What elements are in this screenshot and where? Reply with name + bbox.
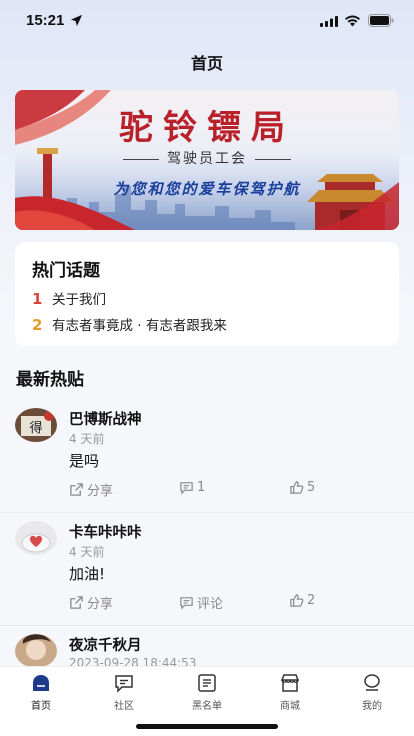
avatar[interactable] [15, 521, 57, 555]
post-content[interactable]: 加油! [69, 563, 105, 584]
post-time: 4 天前 [69, 545, 105, 559]
tab-label: 社区 [114, 701, 134, 712]
comment-button[interactable]: 1 [179, 480, 205, 495]
comment-icon [180, 597, 193, 610]
comment-icon [180, 482, 193, 495]
shop-icon [280, 674, 300, 692]
tab-profile[interactable]: 我的 [342, 672, 402, 712]
home-indicator [136, 724, 278, 729]
like-count: 5 [307, 480, 316, 495]
location-arrow-icon [70, 14, 83, 27]
status-bar: 15:21 [0, 0, 414, 44]
hot-topic-item[interactable]: 1 关于我们 [32, 288, 106, 308]
latest-posts-title: 最新热贴 [16, 370, 84, 390]
divider [255, 158, 291, 160]
promo-banner[interactable]: 驼铃镖局 驾驶员工会 为您和您的爱车保驾护航 [15, 90, 399, 230]
hot-topics-card: 热门话题 1 关于我们 2 有志者事竟成 · 有志者跟我来 [15, 242, 399, 346]
post-content[interactable]: 是吗 [69, 450, 99, 471]
like-button[interactable]: 5 [289, 480, 315, 495]
tab-home[interactable]: 首页 [11, 672, 71, 712]
post-author[interactable]: 卡车咔咔咔 [69, 521, 142, 542]
post-time: 4 天前 [69, 432, 105, 446]
post-author[interactable]: 巴博斯战神 [69, 408, 142, 429]
post-item[interactable]: 得 巴博斯战神 4 天前 是吗 分享 1 5 [0, 400, 414, 513]
avatar[interactable] [15, 634, 57, 668]
post-author[interactable]: 夜凉千秋月 [69, 634, 142, 655]
tab-shop[interactable]: 商城 [260, 672, 320, 712]
hot-topic-rank: 2 [32, 316, 43, 334]
share-icon [70, 596, 83, 609]
thumbs-up-icon [290, 481, 304, 494]
share-label: 分享 [87, 597, 114, 612]
share-label: 分享 [87, 484, 114, 499]
hot-topic-item[interactable]: 2 有志者事竟成 · 有志者跟我来 [32, 314, 227, 334]
page-title: 首页 [190, 54, 223, 73]
comment-button[interactable]: 评论 [179, 593, 223, 612]
community-icon [115, 675, 133, 693]
comment-count: 1 [197, 480, 206, 495]
tab-label: 黑名单 [192, 701, 222, 712]
like-button[interactable]: 2 [289, 593, 315, 608]
banner-slogan: 为您和您的爱车保驾护航 [113, 180, 301, 198]
banner-subtitle: 驾驶员工会 [15, 148, 399, 168]
hot-topic-rank: 1 [32, 290, 43, 308]
avatar[interactable]: 得 [15, 408, 57, 442]
wifi-icon [345, 15, 360, 27]
share-button[interactable]: 分享 [69, 480, 113, 499]
signal-icon [320, 16, 338, 27]
comment-label: 评论 [197, 597, 224, 612]
tab-label: 商城 [280, 701, 300, 712]
banner-title: 驼铃镖局 [119, 108, 295, 148]
hot-topic-text: 关于我们 [52, 292, 106, 308]
share-button[interactable]: 分享 [69, 593, 113, 612]
status-time: 15:21 [26, 12, 65, 29]
profile-icon [364, 674, 380, 691]
banner-subtitle-text: 驾驶员工会 [167, 151, 247, 167]
share-icon [70, 483, 83, 496]
tab-label: 我的 [362, 701, 382, 712]
battery-icon [368, 14, 394, 27]
hot-topics-title: 热门话题 [32, 261, 100, 281]
blacklist-icon [198, 674, 216, 692]
divider [123, 158, 159, 160]
like-count: 2 [307, 593, 316, 608]
home-icon [33, 675, 49, 691]
svg-text:得: 得 [29, 420, 42, 436]
thumbs-up-icon [290, 594, 304, 607]
tab-blacklist[interactable]: 黑名单 [177, 672, 237, 712]
tab-community[interactable]: 社区 [94, 672, 154, 712]
hot-topic-text: 有志者事竟成 · 有志者跟我来 [52, 318, 227, 334]
tab-label: 首页 [31, 701, 51, 712]
post-item[interactable]: 卡车咔咔咔 4 天前 加油! 分享 评论 2 [0, 513, 414, 626]
